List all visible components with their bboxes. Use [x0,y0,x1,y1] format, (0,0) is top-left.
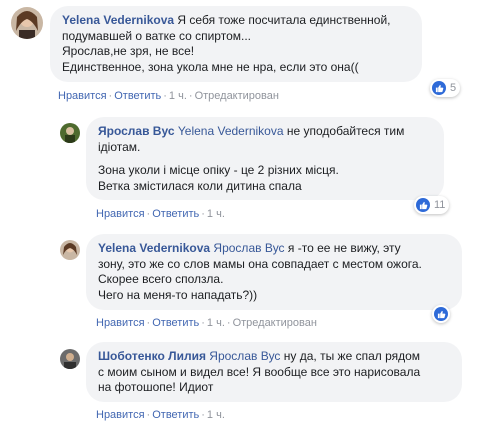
timestamp[interactable]: 1 ч. [169,90,187,102]
avatar[interactable] [60,240,80,260]
comment-text: Я себя тоже посчитала единственной, [177,13,391,27]
avatar[interactable] [60,123,80,143]
comment-text: Единственное, зона укола мне не нра, есл… [62,59,359,74]
comment-author[interactable]: Ярослав Вус [98,124,175,138]
profile-photo-icon [60,240,80,260]
thumbs-up-icon [416,198,430,212]
reply-link[interactable]: Ответить [152,409,199,421]
avatar[interactable] [60,349,80,369]
profile-photo-icon [11,7,43,39]
comment-bubble: Ярослав Вус Yelena Vedernikova не уподоб… [86,117,444,200]
comment-actions: Нравится · Ответить · 1 ч. [96,208,225,220]
comment-bubble: Yelena Vedernikova Я себя тоже посчитала… [50,6,422,82]
thumbs-up-icon [434,307,448,321]
reaction-count: 5 [450,82,457,94]
like-link[interactable]: Нравится [96,409,145,421]
comment-text: ну да, ты же спал рядом [283,349,421,363]
comment-author[interactable]: Yelena Vedernikova [62,13,174,27]
reply-link[interactable]: Ответить [114,90,161,102]
timestamp[interactable]: 1 ч. [207,208,225,220]
mention-link[interactable]: Ярослав Вус [209,349,280,363]
comment-text: подумавшей о ватке со спиртом... [62,28,251,43]
comment-text: не уподобайтеся тим [286,124,405,138]
comment-text: Зона уколи і місце опіку - це 2 різних м… [98,163,339,177]
comment-text: Скорее всего сползла. [98,272,224,286]
edited-label: Отредактирован [194,90,279,102]
avatar[interactable] [11,7,43,39]
like-link[interactable]: Нравится [96,317,145,329]
comment-actions: Нравится · Ответить · 1 ч. [96,409,225,421]
comment-actions: Нравится · Ответить · 1 ч. · Отредактирован [58,90,279,102]
mention-link[interactable]: Yelena Vedernikova [178,124,284,138]
comment-text: ідіотам. [98,139,141,154]
mention-link[interactable]: Ярослав Вус [213,241,284,255]
edited-label: Отредактирован [232,317,317,329]
comment-text: Ветка змістилася коли дитина спала [98,178,302,193]
reaction-count: 11 [434,199,446,211]
comment-actions: Нравится · Ответить · 1 ч. · Отредактирован [96,317,317,329]
comment-author[interactable]: Шоботенко Лилия [98,349,206,363]
reply-link[interactable]: Ответить [152,317,199,329]
comment-text: я -то ее не вижу, эту [287,241,401,255]
comment-author[interactable]: Yelena Vedernikova [98,241,210,255]
comment-text: с моим сыном и видел все! Я вообще все э… [98,364,421,379]
like-link[interactable]: Нравится [58,90,107,102]
comment-text: на фотошопе! Идиот [98,380,214,394]
timestamp[interactable]: 1 ч. [207,409,225,421]
profile-photo-icon [60,349,80,369]
reaction-count-badge[interactable]: 5 [430,79,461,97]
thumbs-up-icon [432,81,446,95]
comment-text: зону, это же со слов мамы она совпадает … [98,256,422,271]
profile-photo-icon [60,123,80,143]
comment-text: Чего на меня-то нападать?)) [98,287,258,302]
comment-text: Ярослав,не зря, не все! [62,44,195,58]
like-link[interactable]: Нравится [96,208,145,220]
reaction-count-badge[interactable]: 11 [414,196,450,214]
reaction-badge[interactable] [432,305,450,323]
comment-bubble: Шоботенко Лилия Ярослав Вус ну да, ты же… [86,342,462,402]
comment-bubble: Yelena Vedernikova Ярослав Вус я -то ее … [86,234,462,310]
reply-link[interactable]: Ответить [152,208,199,220]
timestamp[interactable]: 1 ч. [207,317,225,329]
